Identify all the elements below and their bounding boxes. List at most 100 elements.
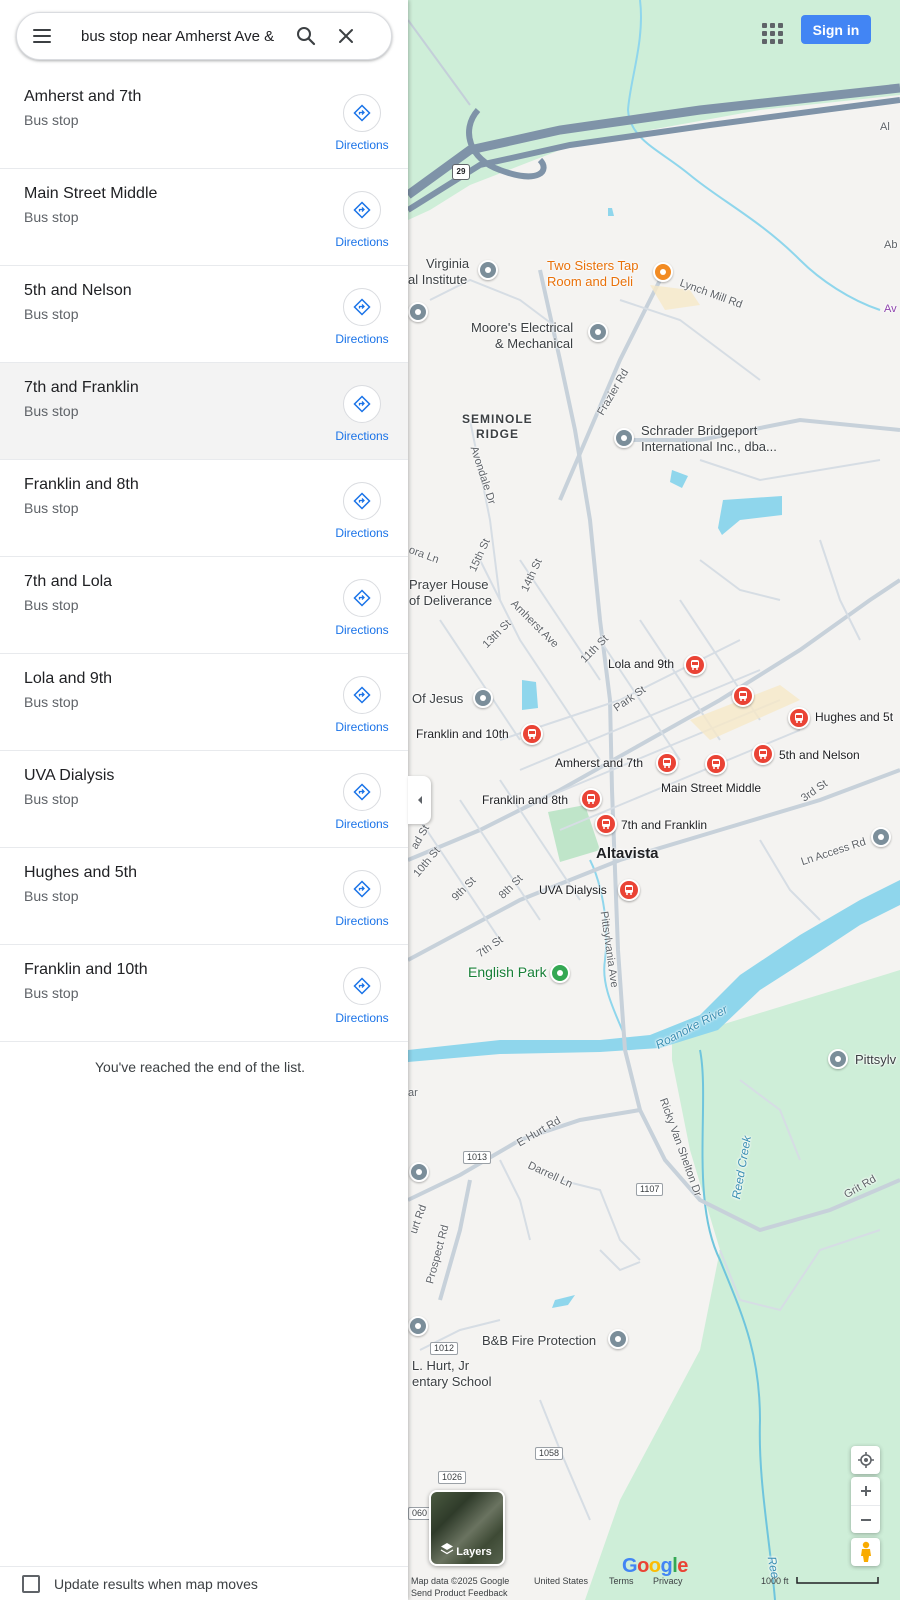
my-location-button[interactable] <box>851 1446 880 1474</box>
bus-stop-pin-icon[interactable] <box>521 723 543 745</box>
search-input[interactable] <box>81 27 286 45</box>
result-name[interactable]: 5th and Nelson <box>24 282 132 300</box>
directions-button[interactable]: Directions <box>330 385 394 443</box>
place-label-hurt-1[interactable]: L. Hurt, Jr <box>412 1358 469 1373</box>
directions-icon <box>353 686 371 704</box>
update-results-toggle[interactable]: Update results when map moves <box>0 1566 408 1600</box>
country-link[interactable]: United States <box>534 1576 588 1586</box>
place-label-of-jesus[interactable]: Of Jesus <box>412 691 463 706</box>
bus-stop-label-franklin-10th[interactable]: Franklin and 10th <box>416 727 509 741</box>
layers-button[interactable]: Layers <box>429 1490 505 1566</box>
bus-stop-label-7th-franklin[interactable]: 7th and Franklin <box>621 818 707 832</box>
place-label-virginia[interactable]: Virginia <box>426 256 469 271</box>
bus-stop-pin-icon[interactable] <box>580 788 602 810</box>
place-label-pittsylv[interactable]: Pittsylv <box>855 1052 896 1067</box>
bus-stop-label-lola-9th[interactable]: Lola and 9th <box>608 657 674 671</box>
place-label-schrader-2[interactable]: International Inc., dba... <box>641 439 777 454</box>
privacy-link[interactable]: Privacy <box>653 1576 683 1586</box>
directions-button[interactable]: Directions <box>330 773 394 831</box>
place-label-prayer-1[interactable]: Prayer House <box>409 577 488 592</box>
sign-in-button[interactable]: Sign in <box>801 15 871 44</box>
place-label-prayer-2[interactable]: of Deliverance <box>409 593 492 608</box>
terms-link[interactable]: Terms <box>609 1576 634 1586</box>
clear-search-button[interactable] <box>326 16 366 56</box>
business-pin-icon[interactable] <box>608 1329 628 1349</box>
zoom-in-button[interactable] <box>851 1477 880 1505</box>
place-label-moores-1[interactable]: Moore's Electrical <box>471 320 573 335</box>
directions-button[interactable]: Directions <box>330 967 394 1025</box>
result-item[interactable]: Franklin and 8th Bus stop Directions <box>0 460 408 557</box>
poi-pin-icon[interactable] <box>408 302 428 322</box>
business-pin-icon[interactable] <box>614 428 634 448</box>
result-name[interactable]: 7th and Franklin <box>24 379 139 397</box>
result-item[interactable]: 5th and Nelson Bus stop Directions <box>0 266 408 363</box>
result-name[interactable]: UVA Dialysis <box>24 767 114 785</box>
bus-stop-label-amherst-7th[interactable]: Amherst and 7th <box>555 756 643 770</box>
collapse-panel-button[interactable] <box>408 776 431 824</box>
place-label-institute[interactable]: al Institute <box>408 272 467 287</box>
bus-stop-label-uva-dialysis[interactable]: UVA Dialysis <box>539 883 607 897</box>
church-pin-icon[interactable] <box>473 688 493 708</box>
result-item[interactable]: UVA Dialysis Bus stop Directions <box>0 751 408 848</box>
place-label-english-park[interactable]: English Park <box>468 965 547 980</box>
street-view-pegman[interactable] <box>851 1538 880 1566</box>
building-pin-icon[interactable] <box>871 827 891 847</box>
directions-button[interactable]: Directions <box>330 191 394 249</box>
bus-stop-label-main-street-middle[interactable]: Main Street Middle <box>661 781 761 795</box>
directions-button[interactable]: Directions <box>330 676 394 734</box>
result-name[interactable]: Amherst and 7th <box>24 88 141 106</box>
place-label-moores-2[interactable]: & Mechanical <box>495 336 573 351</box>
result-name[interactable]: 7th and Lola <box>24 573 112 591</box>
result-name[interactable]: Main Street Middle <box>24 185 157 203</box>
scale-label[interactable]: 1000 ft <box>761 1576 789 1586</box>
zoom-out-button[interactable] <box>851 1505 880 1533</box>
building-pin-icon[interactable] <box>828 1049 848 1069</box>
menu-icon[interactable] <box>33 29 59 43</box>
town-label-altavista[interactable]: Altavista <box>596 846 659 861</box>
place-label-two-sisters-2[interactable]: Room and Deli <box>547 274 633 289</box>
place-label-bb-fire[interactable]: B&B Fire Protection <box>482 1333 596 1348</box>
google-apps-icon[interactable] <box>757 18 785 46</box>
update-results-checkbox[interactable] <box>22 1574 40 1593</box>
result-name[interactable]: Franklin and 10th <box>24 961 148 979</box>
bus-stop-pin-icon[interactable] <box>656 752 678 774</box>
map-data-attribution: Map data ©2025 Google <box>411 1576 510 1586</box>
bus-stop-label-hughes-5th[interactable]: Hughes and 5t <box>815 710 893 724</box>
result-name[interactable]: Lola and 9th <box>24 670 112 688</box>
result-item[interactable]: Main Street Middle Bus stop Directions <box>0 169 408 266</box>
result-item[interactable]: Hughes and 5th Bus stop Directions <box>0 848 408 945</box>
bus-stop-pin-icon[interactable] <box>752 743 774 765</box>
result-name[interactable]: Hughes and 5th <box>24 864 137 882</box>
result-item[interactable]: 7th and Lola Bus stop Directions <box>0 557 408 654</box>
directions-button[interactable]: Directions <box>330 482 394 540</box>
result-item[interactable]: 7th and Franklin Bus stop Directions <box>0 363 408 460</box>
send-feedback-link[interactable]: Send Product Feedback <box>411 1588 508 1598</box>
bus-stop-pin-icon[interactable] <box>618 879 640 901</box>
directions-button[interactable]: Directions <box>330 870 394 928</box>
poi-pin-icon[interactable] <box>409 1162 429 1182</box>
poi-pin-icon[interactable] <box>408 1316 428 1336</box>
result-item[interactable]: Amherst and 7th Bus stop Directions <box>0 72 408 169</box>
restaurant-pin-icon[interactable] <box>653 262 673 282</box>
bus-stop-pin-icon[interactable] <box>595 813 617 835</box>
result-item[interactable]: Lola and 9th Bus stop Directions <box>0 654 408 751</box>
directions-button[interactable]: Directions <box>330 288 394 346</box>
bus-stop-pin-icon[interactable] <box>732 685 754 707</box>
business-pin-icon[interactable] <box>588 322 608 342</box>
park-pin-icon[interactable] <box>550 963 570 983</box>
place-label-hurt-2[interactable]: entary School <box>412 1374 492 1389</box>
bus-stop-label-franklin-8th[interactable]: Franklin and 8th <box>482 793 568 807</box>
result-name[interactable]: Franklin and 8th <box>24 476 139 494</box>
place-label-two-sisters-1[interactable]: Two Sisters Tap <box>547 258 639 273</box>
bus-stop-pin-icon[interactable] <box>705 753 727 775</box>
result-item[interactable]: Franklin and 10th Bus stop Directions <box>0 945 408 1042</box>
directions-button[interactable]: Directions <box>330 579 394 637</box>
bus-stop-label-5th-nelson[interactable]: 5th and Nelson <box>779 748 860 762</box>
bus-stop-pin-icon[interactable] <box>788 707 810 729</box>
directions-button[interactable]: Directions <box>330 94 394 152</box>
search-button[interactable] <box>286 16 326 56</box>
place-label-schrader-1[interactable]: Schrader Bridgeport <box>641 423 757 438</box>
school-pin-icon[interactable] <box>478 260 498 280</box>
search-box <box>16 12 392 60</box>
bus-stop-pin-icon[interactable] <box>684 654 706 676</box>
